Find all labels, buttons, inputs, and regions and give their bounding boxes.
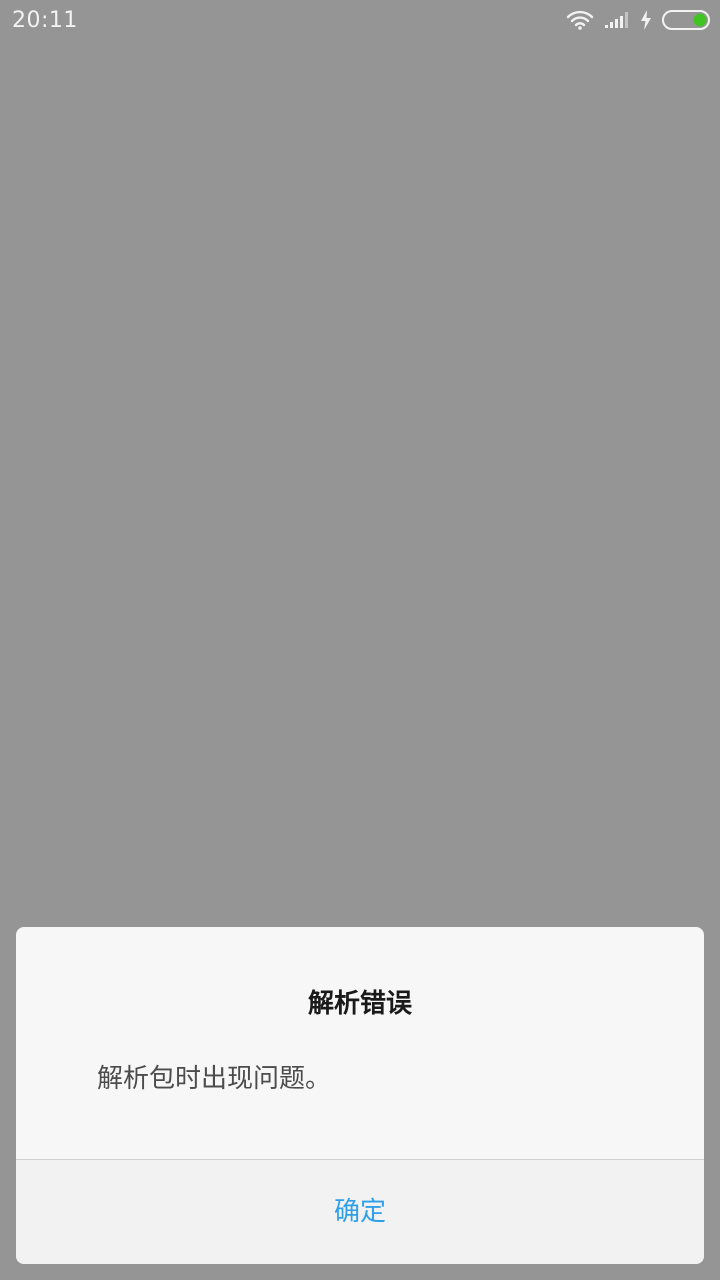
status-time: 20:11 <box>12 8 78 33</box>
battery-icon <box>662 10 710 30</box>
status-icons <box>566 8 710 32</box>
dialog-title: 解析错误 <box>307 989 412 1019</box>
signal-icon <box>604 11 630 29</box>
wifi-icon <box>566 10 594 30</box>
charging-icon <box>640 10 652 30</box>
confirm-button[interactable]: 确定 <box>16 1160 704 1264</box>
dialog-button-area: 确定 <box>16 1160 704 1264</box>
screen: 20:11 解析错误 解析包时出现问题。 确定 <box>0 0 720 1280</box>
status-bar: 20:11 <box>0 0 720 42</box>
dialog-message: 解析包时出现问题。 <box>97 1064 332 1094</box>
parse-error-dialog: 解析错误 解析包时出现问题。 确定 <box>16 927 704 1264</box>
